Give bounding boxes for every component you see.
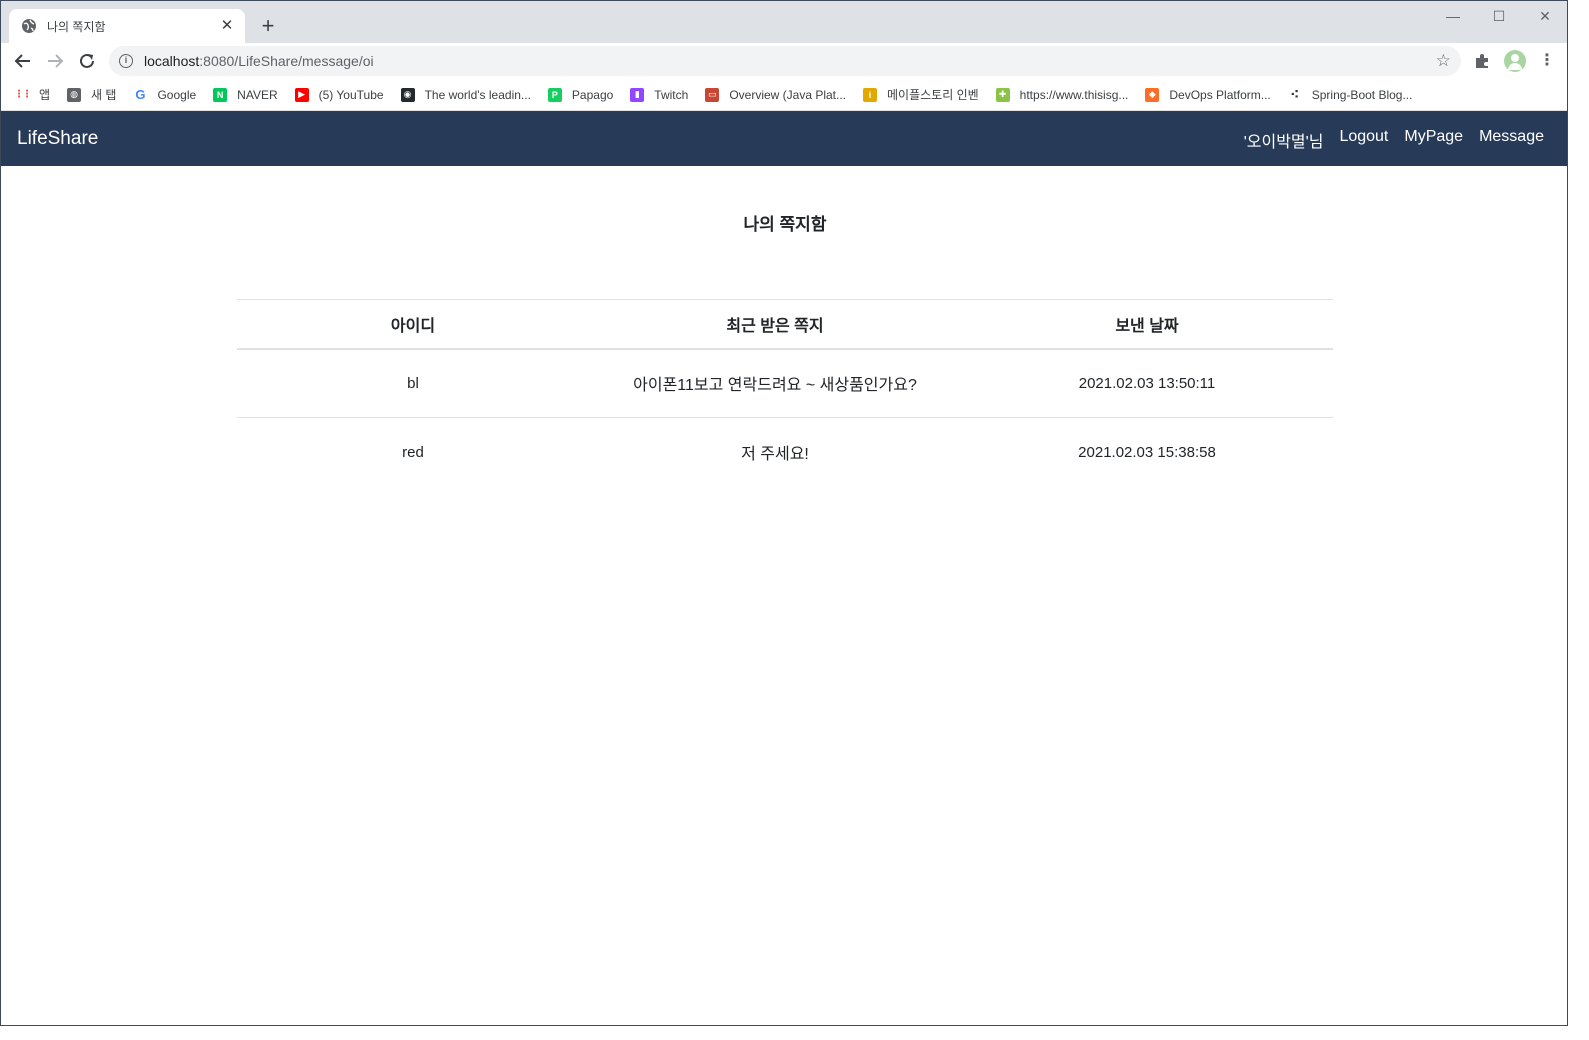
youtube-icon: ▶ [294, 87, 309, 102]
info-icon[interactable]: i [119, 54, 133, 68]
extensions-icon[interactable] [1473, 52, 1491, 70]
date-cell: 2021.02.03 15:38:58 [1078, 443, 1216, 461]
close-tab-icon[interactable]: ✕ [219, 18, 235, 34]
browser-window: 나의 쪽지함 ✕ + — ☐ ✕ i localhost:8080/LifeSh… [0, 0, 1568, 1026]
bookmark-item[interactable]: ⋮⋮ 앱 [14, 86, 51, 103]
mypage-link[interactable]: MyPage [1404, 128, 1463, 152]
browser-tab[interactable]: 나의 쪽지함 ✕ [9, 9, 245, 43]
naver-icon: N [213, 87, 228, 102]
reload-icon [80, 53, 94, 68]
back-button[interactable] [11, 49, 35, 73]
google-icon: G [135, 87, 146, 102]
globe-icon: ◍ [67, 87, 82, 102]
maximize-button[interactable]: ☐ [1479, 5, 1519, 27]
url-host: localhost [144, 53, 200, 69]
minimize-button[interactable]: — [1433, 5, 1473, 27]
bookmark-label: NAVER [237, 87, 278, 102]
bookmark-label: DevOps Platform... [1169, 87, 1271, 102]
arrow-left-icon [14, 54, 30, 68]
bookmark-label: Overview (Java Plat... [729, 87, 847, 102]
bookmark-label: Papago [571, 87, 614, 102]
close-window-button[interactable]: ✕ [1525, 5, 1565, 27]
tab-title: 나의 쪽지함 [47, 19, 106, 34]
reload-button[interactable] [75, 49, 99, 73]
date-cell: 2021.02.03 13:50:11 [961, 348, 1333, 418]
bookmark-item[interactable]: ▶ (5) YouTube [294, 87, 384, 102]
twitch-icon: ▮ [630, 87, 645, 102]
arrow-right-icon [48, 54, 64, 68]
url-text: localhost:8080/LifeShare/message/oi [144, 53, 374, 69]
bookmark-item[interactable]: ◍ 새 탭 [67, 86, 116, 103]
bookmark-item[interactable]: N NAVER [213, 87, 278, 102]
new-tab-button[interactable]: + [257, 15, 279, 37]
dots-icon: ⁖ [1290, 86, 1300, 102]
message-link[interactable]: Message [1479, 128, 1544, 152]
page-title: 나의 쪽지함 [743, 215, 827, 234]
bookmark-item[interactable]: ◉ The world's leadin... [400, 87, 531, 102]
message-cell[interactable]: 아이폰11보고 연락드려요 ~ 새상품인가요? [589, 348, 961, 418]
bookmark-item[interactable]: ▭ Overview (Java Plat... [705, 87, 847, 102]
bookmark-label: 메이플스토리 인벤 [887, 88, 979, 102]
bookmark-item[interactable]: P Papago [547, 87, 614, 102]
sender-id-cell: red [402, 443, 424, 461]
bookmark-item[interactable]: G Google [133, 87, 197, 102]
gitlab-icon: ◆ [1145, 87, 1160, 102]
web-page: LifeShare '오이박멸'님 Logout MyPage Message … [1, 111, 1567, 1025]
column-header-message: 최근 받은 쪽지 [589, 299, 961, 350]
logout-link[interactable]: Logout [1339, 128, 1388, 152]
message-table: 아이디 최근 받은 쪽지 보낸 날짜 bl 아이폰11보고 연락드려요 ~ 새상… [237, 299, 1333, 487]
github-icon: ◉ [400, 87, 415, 102]
apps-grid-icon: ⋮⋮ [14, 89, 32, 100]
table-header-row: 아이디 최근 받은 쪽지 보낸 날짜 [237, 299, 1333, 350]
bookmark-label: 앱 [39, 88, 51, 102]
address-bar[interactable]: i localhost:8080/LifeShare/message/oi ☆ [109, 46, 1461, 76]
bookmark-label: Spring-Boot Blog... [1311, 87, 1413, 102]
site-navbar: LifeShare '오이박멸'님 Logout MyPage Message [1, 111, 1567, 166]
user-greeting: '오이박멸'님 [1243, 134, 1324, 151]
browser-menu-icon[interactable]: ⋮ [1539, 51, 1555, 71]
bookmark-label: The world's leadin... [424, 87, 531, 102]
bookmark-label: 새 탭 [91, 88, 117, 102]
bookmark-item[interactable]: i 메이플스토리 인벤 [863, 86, 979, 103]
browser-toolbar: i localhost:8080/LifeShare/message/oi ☆ … [1, 43, 1567, 79]
bookmarks-bar: ⋮⋮ 앱 ◍ 새 탭 G Google N NAVER ▶ (5) YouTube ◉ The wor… [1, 79, 1567, 111]
bookmark-item[interactable]: ◆ DevOps Platform... [1145, 87, 1271, 102]
bookmark-item[interactable]: ▮ Twitch [630, 87, 689, 102]
table-row[interactable]: bl 아이폰11보고 연락드려요 ~ 새상품인가요? 2021.02.03 13… [237, 348, 1333, 418]
profile-avatar[interactable] [1504, 50, 1526, 72]
nav-links: '오이박멸'님 Logout MyPage Message [1228, 128, 1544, 152]
bookmark-label: Twitch [654, 87, 689, 102]
column-header-date: 보낸 날짜 [961, 299, 1333, 350]
papago-icon: P [547, 87, 562, 102]
bookmark-label: (5) YouTube [318, 87, 384, 102]
bookmark-label: Google [157, 87, 197, 102]
bookmark-label: https://www.thisisg... [1019, 87, 1129, 102]
bookmark-item[interactable]: ✚ https://www.thisisg... [995, 87, 1129, 102]
brand-link[interactable]: LifeShare [17, 128, 98, 150]
inven-icon: i [863, 87, 878, 102]
globe-icon [22, 19, 36, 33]
message-cell[interactable]: 저 주세요! [589, 418, 961, 487]
tab-strip: 나의 쪽지함 ✕ + — ☐ ✕ [1, 1, 1567, 43]
column-header-id: 아이디 [237, 299, 589, 350]
table-row[interactable]: red 저 주세요! 2021.02.03 15:38:58 [237, 418, 1333, 487]
forward-button[interactable] [43, 49, 67, 73]
oracle-icon: ▭ [705, 87, 720, 102]
sender-id-cell: bl [237, 348, 589, 418]
bookmark-star-icon[interactable]: ☆ [1436, 51, 1451, 71]
bookmark-item[interactable]: ⁖ Spring-Boot Blog... [1288, 86, 1413, 102]
url-path: :8080/LifeShare/message/oi [199, 53, 374, 69]
puzzle-icon: ✚ [995, 87, 1010, 102]
